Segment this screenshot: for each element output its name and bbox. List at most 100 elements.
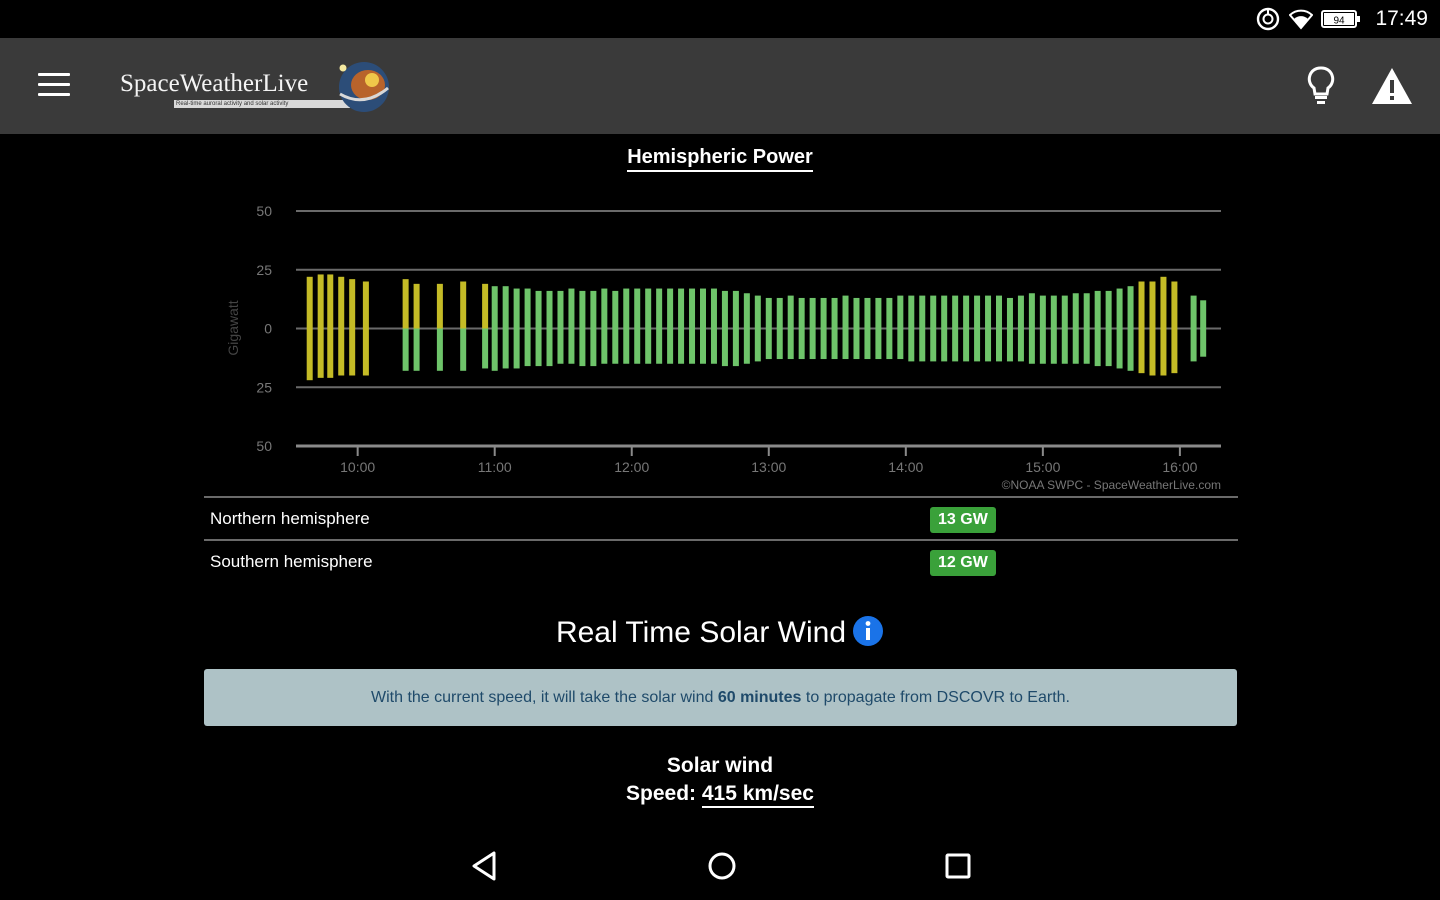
bar-north xyxy=(809,297,816,329)
bar-south xyxy=(1200,328,1207,357)
x-tick-label: 15:00 xyxy=(1025,459,1060,475)
bar-north xyxy=(897,295,904,329)
bar-north xyxy=(787,295,794,329)
alert-icon[interactable] xyxy=(1370,66,1414,106)
bar-south xyxy=(974,328,981,362)
y-tick-label: 50 xyxy=(256,438,272,454)
bar-north xyxy=(963,295,970,329)
bar-south xyxy=(1050,328,1057,364)
bar-south xyxy=(306,328,313,381)
x-tick-label: 11:00 xyxy=(478,459,512,475)
bar-north xyxy=(689,288,696,329)
chart-x-ticks: 10:00 11:00 12:00 13:00 14:00 15:00 16:00 xyxy=(340,446,1198,475)
recents-icon[interactable] xyxy=(940,848,976,884)
bar-north xyxy=(1171,281,1178,329)
bar-north xyxy=(678,288,685,329)
bar-south xyxy=(1116,328,1123,369)
y-tick-label: 50 xyxy=(256,203,272,219)
bar-north xyxy=(985,295,992,329)
bar-north xyxy=(765,297,772,329)
bar-south xyxy=(1083,328,1090,364)
hemispheric-power-chart: 50 25 0 25 50 10:00 11:00 12:00 13:00 14:00 15:00… xyxy=(225,203,1221,492)
bar-north xyxy=(952,295,959,329)
bar-south xyxy=(656,328,663,364)
menu-icon[interactable] xyxy=(38,73,70,99)
bar-south xyxy=(776,328,783,360)
bar-south xyxy=(402,328,409,371)
solar-wind-title: Real Time Solar Wind xyxy=(0,616,1440,650)
bar-north xyxy=(482,283,489,329)
bar-south xyxy=(919,328,926,362)
home-icon[interactable] xyxy=(704,848,740,884)
bar-south xyxy=(678,328,685,364)
bar-north xyxy=(798,297,805,329)
bar-south xyxy=(590,328,597,367)
bar-north xyxy=(402,279,409,329)
hemispheric-power-title[interactable]: Hemispheric Power xyxy=(0,146,1440,172)
chart-y-label: Gigawatt xyxy=(225,300,241,355)
bar-north xyxy=(362,281,369,329)
bar-north xyxy=(875,297,882,329)
bar-north xyxy=(306,276,313,329)
x-tick-label: 10:00 xyxy=(340,459,375,475)
bar-north xyxy=(327,274,334,329)
back-icon[interactable] xyxy=(468,848,504,884)
bar-south xyxy=(413,328,420,371)
bar-south xyxy=(623,328,630,364)
bar-south xyxy=(436,328,443,371)
bar-north xyxy=(317,274,324,329)
bar-south xyxy=(1006,328,1013,362)
solar-wind-label: Solar wind xyxy=(666,754,774,777)
bar-south xyxy=(689,328,696,364)
bar-north xyxy=(436,283,443,329)
logo[interactable]: SpaceWeatherLive Real-time auroral activ… xyxy=(118,56,398,116)
bar-north xyxy=(941,295,948,329)
y-tick-label: 0 xyxy=(264,321,272,337)
bar-north xyxy=(1200,300,1207,329)
bar-south xyxy=(491,328,498,371)
bar-south xyxy=(985,328,992,362)
bar-south xyxy=(743,328,750,364)
bar-south xyxy=(721,328,728,367)
bar-south xyxy=(930,328,937,362)
bar-south xyxy=(1149,328,1156,376)
bar-south xyxy=(700,328,706,364)
bar-south xyxy=(963,328,970,362)
chart-y-ticks: 50 25 0 25 50 xyxy=(256,203,272,454)
bar-north xyxy=(710,288,717,329)
bar-south xyxy=(787,328,794,360)
bar-south xyxy=(952,328,959,362)
bar-north xyxy=(886,297,893,329)
bar-north xyxy=(842,295,849,329)
bar-north xyxy=(1160,276,1167,329)
bar-south xyxy=(1171,328,1178,374)
logo-text: SpaceWeatherLive xyxy=(120,70,309,97)
bar-south xyxy=(710,328,717,364)
status-icons: 94 17:49 xyxy=(1255,6,1428,32)
bar-south xyxy=(502,328,509,369)
bar-north xyxy=(1127,286,1134,329)
bar-south xyxy=(897,328,904,360)
wifi-icon xyxy=(1289,9,1314,30)
bar-south xyxy=(482,328,489,369)
bar-south xyxy=(546,328,553,367)
bar-north xyxy=(1072,293,1079,329)
southern-hemisphere-label: Southern hemisphere xyxy=(210,552,373,571)
status-bar: 94 17:49 xyxy=(0,0,1440,38)
chart-credit: ©NOAA SWPC - SpaceWeatherLive.com xyxy=(1002,478,1221,492)
bar-south xyxy=(1105,328,1112,367)
bar-south xyxy=(1190,328,1197,362)
lightbulb-icon[interactable] xyxy=(1302,66,1340,106)
bar-north xyxy=(996,295,1002,329)
note-minutes: 60 minutes xyxy=(717,689,802,706)
speed-value[interactable]: 415 km/sec xyxy=(701,782,814,808)
bar-south xyxy=(557,328,564,364)
bar-north xyxy=(930,295,937,329)
info-icon[interactable] xyxy=(852,615,884,647)
bar-south xyxy=(875,328,882,360)
bar-south xyxy=(798,328,805,360)
bar-south xyxy=(831,328,838,360)
bar-north xyxy=(732,290,739,329)
x-tick-label: 14:00 xyxy=(888,459,923,475)
bar-north xyxy=(754,295,761,329)
